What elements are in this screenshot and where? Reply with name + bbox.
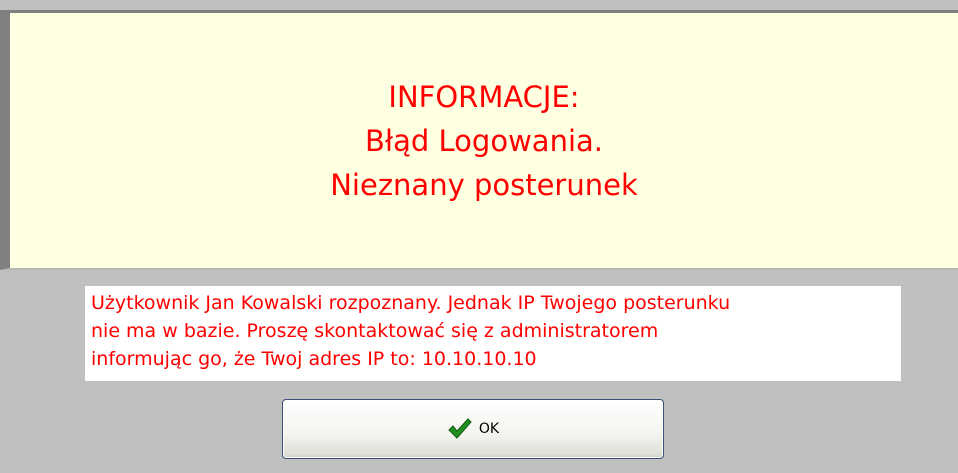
info-error-detail: Nieznany posterunek: [330, 167, 638, 202]
checkmark-icon: [447, 417, 473, 441]
ok-button-label: OK: [478, 421, 500, 437]
info-error-title: Błąd Logowania.: [365, 123, 603, 158]
info-heading: INFORMACJE:: [388, 79, 580, 114]
message-line-2: nie ma w bazie. Proszę skontaktować się …: [91, 320, 659, 342]
info-panel: INFORMACJE: Błąd Logowania. Nieznany pos…: [0, 10, 958, 270]
ok-button[interactable]: OK: [282, 399, 664, 459]
error-dialog: INFORMACJE: Błąd Logowania. Nieznany pos…: [0, 0, 958, 473]
message-line-3: informując go, że Twoj adres IP to: 10.1…: [91, 348, 537, 370]
message-line-1: Użytkownik Jan Kowalski rozpoznany. Jedn…: [91, 292, 731, 314]
message-box: Użytkownik Jan Kowalski rozpoznany. Jedn…: [85, 286, 901, 381]
